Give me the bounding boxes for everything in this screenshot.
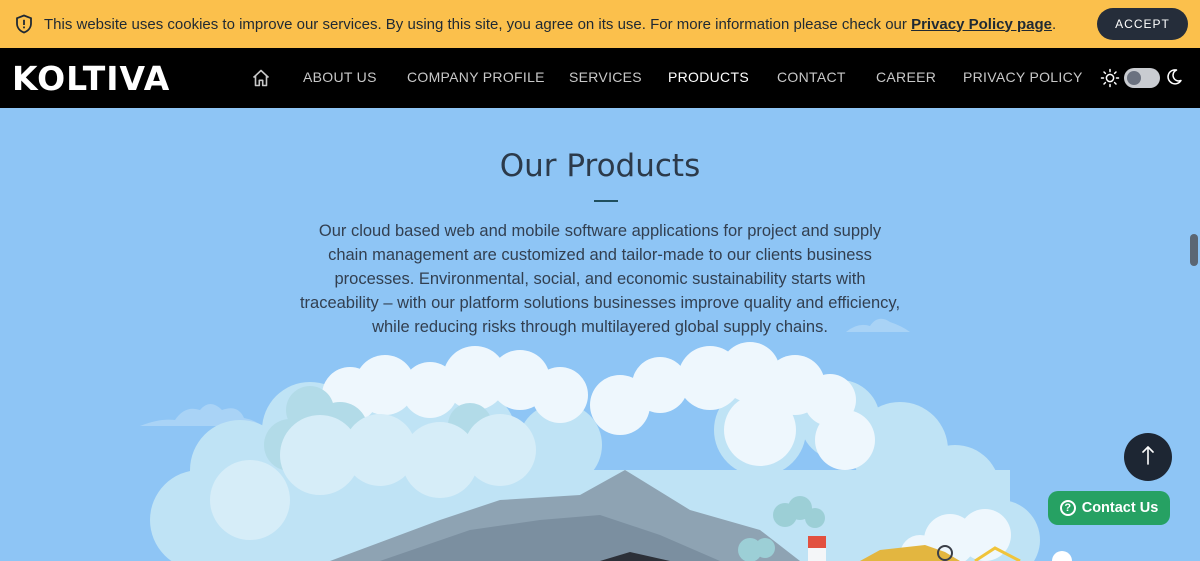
nav-career[interactable]: CAREER	[876, 69, 936, 85]
contact-us-button[interactable]: ? Contact Us	[1048, 491, 1170, 525]
sun-icon	[1100, 68, 1120, 88]
nav-contact[interactable]: CONTACT	[777, 69, 846, 85]
page-title: Our Products	[499, 148, 701, 184]
help-icon: ?	[1059, 500, 1076, 516]
cookie-message-suffix: .	[1051, 15, 1057, 33]
theme-toggle[interactable]	[1124, 68, 1160, 88]
theme-toggle-knob	[1127, 71, 1141, 85]
cookie-message-text: This website uses cookies to improve our…	[44, 15, 912, 33]
arrow-up-icon	[1140, 444, 1156, 471]
navbar: KOLTIVA ABOUT US COMPANY PROFILE SERVICE…	[0, 48, 1200, 108]
privacy-policy-link[interactable]: Privacy Policy page	[911, 16, 1052, 33]
accept-cookies-button[interactable]: ACCEPT	[1097, 8, 1188, 40]
scrollbar-thumb[interactable]	[1190, 234, 1198, 266]
home-icon[interactable]	[251, 68, 271, 88]
logo-text: KOLTIVA	[12, 58, 171, 98]
moon-icon	[1165, 68, 1183, 86]
nav-privacy-policy[interactable]: PRIVACY POLICY	[963, 69, 1083, 85]
nav-about-us[interactable]: ABOUT US	[303, 69, 377, 85]
shield-icon	[14, 14, 34, 34]
cookie-banner: This website uses cookies to improve our…	[0, 0, 1200, 48]
nav-company-profile[interactable]: COMPANY PROFILE	[407, 69, 545, 85]
cookie-message: This website uses cookies to improve our…	[44, 16, 1056, 33]
title-underline	[594, 200, 618, 202]
nav-products[interactable]: PRODUCTS	[668, 69, 749, 85]
contact-us-label: Contact Us	[1081, 500, 1159, 516]
nav-services[interactable]: SERVICES	[569, 69, 642, 85]
scroll-to-top-button[interactable]	[1124, 433, 1172, 481]
products-description: Our cloud based web and mobile software …	[299, 222, 901, 336]
logo[interactable]: KOLTIVA	[12, 56, 170, 100]
